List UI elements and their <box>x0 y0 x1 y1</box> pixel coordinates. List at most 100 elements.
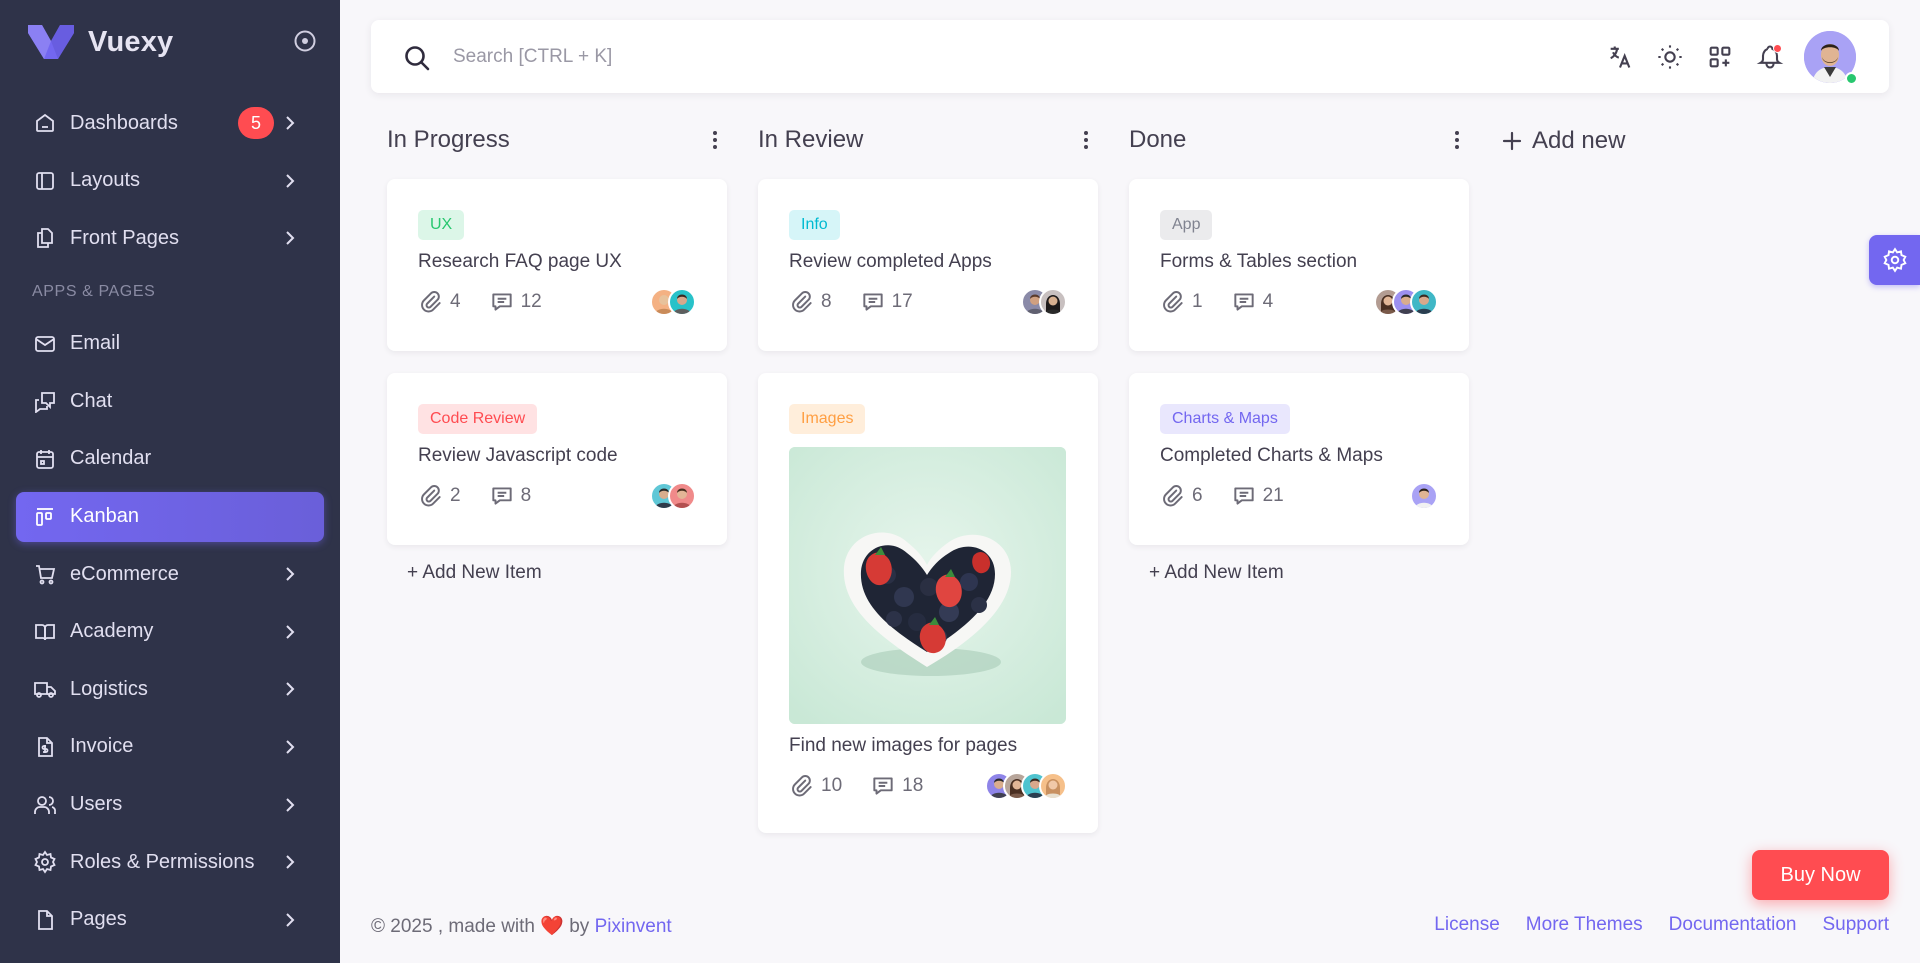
theme-customizer-button[interactable] <box>1869 235 1920 285</box>
chevron-right-icon <box>286 173 295 188</box>
sidebar-item-label: eCommerce <box>70 562 179 585</box>
kanban-card[interactable]: Info Review completed Apps 8 17 <box>758 179 1098 351</box>
sidebar-item-academy[interactable]: Academy <box>16 607 324 657</box>
attachments-count: 8 <box>821 291 832 312</box>
chevron-right-icon <box>286 231 295 245</box>
sidebar: Vuexy Dashboards 5 Layouts Front Pages A… <box>0 0 340 963</box>
assignee-avatar[interactable] <box>1039 772 1067 800</box>
footer-link-documentation[interactable]: Documentation <box>1669 914 1797 936</box>
kanban-card[interactable]: Images Find new images for pages 10 18 <box>758 373 1098 833</box>
sidebar-item-pages[interactable]: Pages <box>16 895 324 945</box>
buy-now-button[interactable]: Buy Now <box>1752 850 1889 900</box>
chevron-right-icon <box>286 797 295 812</box>
card-tag: App <box>1160 210 1213 240</box>
assignee-avatar[interactable] <box>668 482 696 510</box>
translate-icon[interactable] <box>1605 42 1635 72</box>
kanban-card[interactable]: Charts & Maps Completed Charts & Maps 6 … <box>1129 373 1469 545</box>
sidebar-item-label: Dashboards <box>70 111 178 134</box>
kanban-card[interactable]: UX Research FAQ page UX 4 12 <box>387 179 727 351</box>
sidebar-item-roles-permissions[interactable]: Roles & Permissions <box>16 837 324 887</box>
card-meta: 4 12 <box>418 288 696 316</box>
settings-icon <box>32 849 58 875</box>
footer-link-support[interactable]: Support <box>1822 914 1889 936</box>
comment-icon <box>1233 293 1254 311</box>
card-meta: 6 21 <box>1160 482 1438 510</box>
sun-icon[interactable] <box>1655 42 1685 72</box>
kanban-card[interactable]: App Forms & Tables section 1 4 <box>1129 179 1469 351</box>
add-new-column-button[interactable]: Add new <box>1500 127 1625 155</box>
paperclip-icon <box>421 485 441 507</box>
card-tag: Charts & Maps <box>1160 404 1290 434</box>
files-icon <box>32 225 58 251</box>
sidebar-item-ecommerce[interactable]: eCommerce <box>16 549 324 599</box>
sidebar-toggle-icon[interactable] <box>293 29 317 53</box>
card-image-heart-bowl-berries <box>789 447 1066 724</box>
footer-link-license[interactable]: License <box>1434 914 1500 936</box>
card-tag: Code Review <box>418 404 538 434</box>
home-icon <box>32 110 58 136</box>
by-text: by <box>569 916 590 937</box>
paperclip-icon <box>421 291 441 313</box>
sidebar-item-label: Users <box>70 793 123 816</box>
assignee-avatar[interactable] <box>1410 288 1438 316</box>
footer-link-more-themes[interactable]: More Themes <box>1526 914 1643 936</box>
bell-icon[interactable] <box>1755 42 1785 72</box>
card-tag: Info <box>789 210 840 240</box>
search-input[interactable] <box>453 40 1053 74</box>
column-title[interactable]: In Review <box>758 126 863 154</box>
comment-icon <box>1233 487 1254 505</box>
sidebar-item-label: Academy <box>70 620 154 643</box>
column-title[interactable]: In Progress <box>387 126 510 154</box>
sidebar-item-users[interactable]: Users <box>16 780 324 830</box>
chevron-right-icon <box>286 567 295 581</box>
paperclip-icon <box>1163 291 1183 313</box>
brand[interactable]: Vuexy <box>28 22 173 62</box>
sidebar-item-invoice[interactable]: Invoice <box>16 722 324 772</box>
sidebar-item-front-pages[interactable]: Front Pages <box>16 213 324 263</box>
heart-icon: ❤️ <box>540 916 564 937</box>
chat-icon <box>32 388 58 414</box>
sidebar-item-label: Chat <box>70 389 113 412</box>
sidebar-item-email[interactable]: Email <box>16 319 324 369</box>
comments-count: 17 <box>891 291 913 312</box>
card-title: Review Javascript code <box>418 445 618 466</box>
comment-icon <box>873 777 893 795</box>
card-assignees <box>650 482 696 510</box>
sidebar-item-label: Pages <box>70 908 127 931</box>
more-vertical-icon[interactable] <box>703 125 727 155</box>
sidebar-item-label: Email <box>70 332 121 355</box>
card-title: Research FAQ page UX <box>418 251 622 272</box>
card-title: Find new images for pages <box>789 735 1018 756</box>
sidebar-item-kanban[interactable]: Kanban <box>16 491 324 542</box>
card-title: Forms & Tables section <box>1160 251 1358 272</box>
assignee-avatar[interactable] <box>668 288 696 316</box>
comment-icon <box>491 293 512 311</box>
search-icon[interactable] <box>403 44 431 72</box>
assignee-avatar[interactable] <box>1410 482 1438 510</box>
sidebar-item-dashboards[interactable]: Dashboards 5 <box>16 98 324 148</box>
settings-icon <box>1882 247 1907 273</box>
attachments-count: 10 <box>821 775 843 796</box>
sidebar-item-calendar[interactable]: Calendar <box>16 434 324 484</box>
sidebar-item-chat[interactable]: Chat <box>16 376 324 426</box>
sidebar-item-logistics[interactable]: Logistics <box>16 664 324 714</box>
add-new-item-button[interactable]: + Add New Item <box>1149 562 1284 584</box>
column-title[interactable]: Done <box>1129 126 1186 154</box>
sidebar-item-label: Kanban <box>70 505 139 528</box>
assignee-avatar[interactable] <box>1039 288 1067 316</box>
shortcuts-icon[interactable] <box>1705 42 1735 72</box>
paperclip-icon <box>1163 485 1183 507</box>
comment-icon <box>491 487 512 505</box>
more-vertical-icon[interactable] <box>1074 125 1098 155</box>
more-vertical-icon[interactable] <box>1445 125 1469 155</box>
copyright-text: © 2025 , made with <box>371 916 535 937</box>
add-new-item-button[interactable]: + Add New Item <box>407 562 542 584</box>
plus-icon <box>1502 131 1522 151</box>
layout-icon <box>32 168 58 194</box>
file-icon <box>32 907 58 933</box>
pixinvent-link[interactable]: Pixinvent <box>595 916 672 937</box>
footer-links: License More Themes Documentation Suppor… <box>1408 914 1889 936</box>
kanban-card[interactable]: Code Review Review Javascript code 2 8 <box>387 373 727 545</box>
sidebar-item-layouts[interactable]: Layouts <box>16 156 324 206</box>
card-title: Review completed Apps <box>789 251 992 272</box>
